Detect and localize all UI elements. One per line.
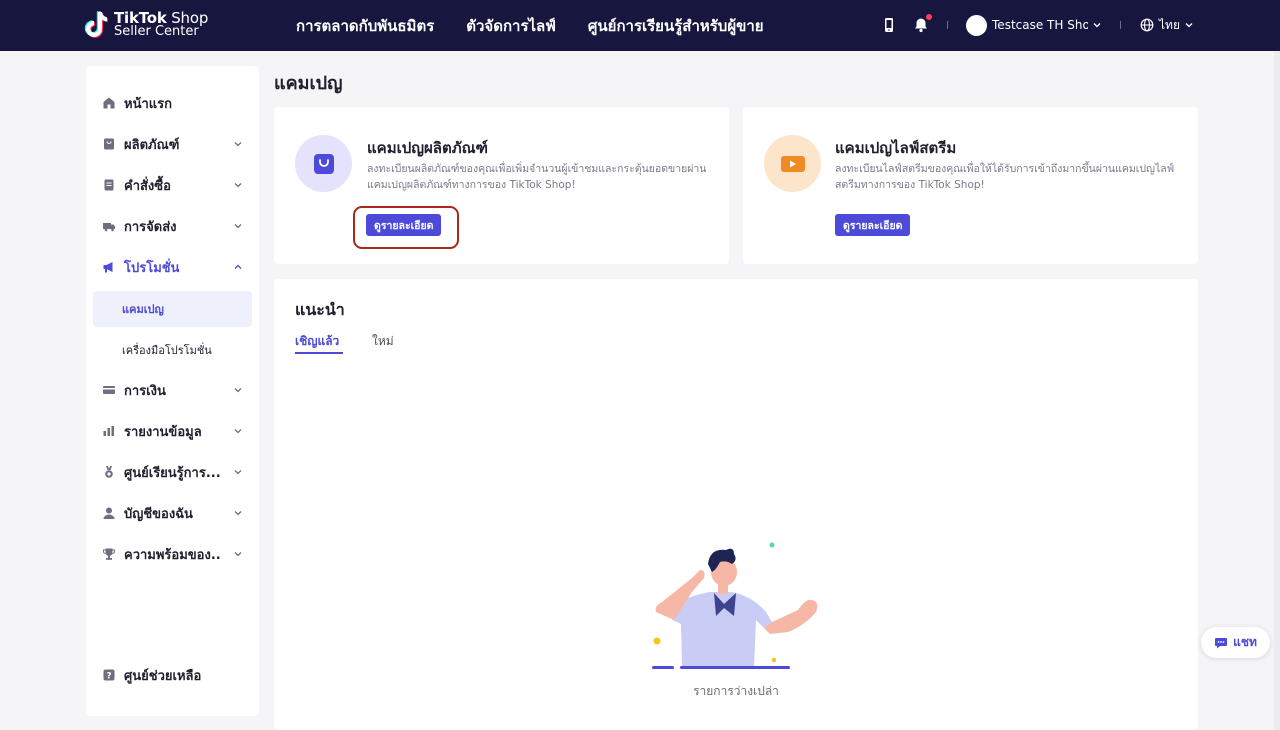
sidebar-item-label: ศูนย์เรียนรู้การ... [124, 465, 220, 481]
trophy-icon [102, 547, 116, 561]
sidebar-item-label: หน้าแรก [124, 96, 172, 112]
card-title: แคมเปญผลิตภัณฑ์ [367, 139, 488, 157]
nav-affiliate-marketing[interactable]: การตลาดกับพันธมิตร [296, 14, 434, 38]
chevron-up-icon [233, 262, 243, 272]
card-description: ลงทะเบียนไลฟ์สตรีมของคุณเพื่อให้ได้รับกา… [835, 161, 1174, 193]
sidebar: หน้าแรก ผลิตภัณฑ์ คำสั่งซื้อ การจัดส่ง โ… [86, 66, 259, 716]
tab-invited[interactable]: เชิญแล้ว [295, 332, 339, 351]
active-tab-indicator [295, 352, 343, 354]
home-icon [102, 96, 116, 110]
sidebar-item-data-reports[interactable]: รายงานข้อมูล [86, 416, 259, 446]
page-title: แคมเปญ [274, 73, 343, 94]
top-bar: TikTok Shop Seller Center การตลาดกับพันธ… [0, 0, 1280, 51]
card-description: ลงทะเบียนผลิตภัณฑ์ของคุณเพื่อเพิ่มจำนวนผ… [367, 161, 706, 193]
chevron-down-icon[interactable] [1184, 20, 1194, 30]
card-description-line: ลงทะเบียนผลิตภัณฑ์ของคุณเพื่อเพิ่มจำนวนผ… [367, 163, 707, 175]
globe-icon[interactable] [1139, 17, 1155, 33]
card-description-line: แคมเปญผลิตภัณฑ์ทางการของ TikTok Shop! [367, 179, 576, 191]
tiktok-shop-logo[interactable]: TikTok Shop Seller Center [84, 10, 208, 40]
shopping-bag-icon [295, 135, 352, 192]
tab-new[interactable]: ใหม่ [372, 332, 394, 351]
chevron-down-icon[interactable] [1092, 20, 1102, 30]
video-icon [764, 135, 821, 192]
sidebar-item-orders[interactable]: คำสั่งซื้อ [86, 170, 259, 200]
chevron-down-icon [233, 508, 243, 518]
chevron-down-icon [233, 549, 243, 559]
sidebar-item-my-account[interactable]: บัญชีของฉัน [86, 498, 259, 528]
card-description-line: สตรีมทางการของ TikTok Shop! [835, 179, 985, 191]
sidebar-item-readiness[interactable]: ความพร้อมของ... [86, 539, 259, 569]
sidebar-item-home[interactable]: หน้าแรก [86, 88, 259, 118]
product-icon [102, 137, 116, 151]
product-campaign-card: แคมเปญผลิตภัณฑ์ ลงทะเบียนผลิตภัณฑ์ของคุณ… [274, 107, 729, 264]
notification-bell-icon[interactable] [913, 14, 933, 33]
chat-label: แชท [1233, 635, 1257, 649]
highlight-annotation [353, 206, 459, 249]
help-icon: ? [102, 668, 116, 682]
scrollbar[interactable] [1274, 51, 1280, 730]
empty-state-text: รายการว่างเปล่า [693, 684, 779, 698]
tiktok-logo-icon [84, 10, 108, 40]
logo-subtitle: Seller Center [114, 24, 199, 39]
divider [1120, 21, 1122, 29]
order-icon [102, 178, 116, 192]
card-title: แคมเปญไลฟ์สตรีม [835, 139, 957, 157]
chevron-down-icon [233, 426, 243, 436]
card-icon [102, 383, 116, 397]
sidebar-item-label: การจัดส่ง [124, 219, 177, 235]
sidebar-item-label: ผลิตภัณฑ์ [124, 137, 180, 153]
chevron-down-icon [233, 385, 243, 395]
chevron-down-icon [233, 467, 243, 477]
sidebar-item-help-center[interactable]: ? ศูนย์ช่วยเหลือ [86, 660, 259, 690]
svg-text:?: ? [106, 672, 111, 682]
sidebar-item-label: รายงานข้อมูล [124, 424, 202, 440]
sidebar-subitem-promotion-tools[interactable]: เครื่องมือโปรโมชั่น [93, 332, 252, 368]
card-description-line: ลงทะเบียนไลฟ์สตรีมของคุณเพื่อให้ได้รับกา… [835, 163, 1175, 175]
chevron-down-icon [233, 221, 243, 231]
sidebar-item-label: การเงิน [124, 383, 166, 399]
shop-name[interactable]: Testcase TH Shop W [992, 18, 1088, 32]
chart-icon [102, 424, 116, 438]
truck-icon [102, 219, 116, 233]
sidebar-item-label: ศูนย์ช่วยเหลือ [124, 668, 202, 684]
chat-button[interactable]: แชท [1201, 627, 1270, 658]
top-navigation: การตลาดกับพันธมิตร ตัวจัดการไลฟ์ ศูนย์กา… [296, 14, 764, 38]
chat-icon [1215, 637, 1228, 648]
sidebar-item-label: โปรโมชั่น [124, 260, 180, 276]
nav-seller-university[interactable]: ศูนย์การเรียนรู้สำหรับผู้ขาย [588, 14, 764, 38]
nav-live-manager[interactable]: ตัวจัดการไลฟ์ [466, 14, 556, 38]
sidebar-item-label: ความพร้อมของ... [124, 547, 220, 563]
sidebar-item-shipping[interactable]: การจัดส่ง [86, 211, 259, 241]
section-title: แนะนำ [295, 300, 345, 319]
sidebar-item-finance[interactable]: การเงิน [86, 375, 259, 405]
top-right-tools: Testcase TH Shop W ไทย [881, 13, 1194, 37]
sidebar-item-promotions[interactable]: โปรโมชั่น [86, 252, 259, 282]
sidebar-subitem-campaign[interactable]: แคมเปญ [93, 291, 252, 327]
notification-dot [926, 14, 933, 20]
chevron-down-icon [233, 139, 243, 149]
sidebar-item-learning-center[interactable]: ศูนย์เรียนรู้การ... [86, 457, 259, 487]
chevron-down-icon [233, 180, 243, 190]
sidebar-item-label: บัญชีของฉัน [124, 506, 193, 522]
livestream-campaign-card: แคมเปญไลฟ์สตรีม ลงทะเบียนไลฟ์สตรีมของคุณ… [743, 107, 1198, 264]
user-icon [102, 506, 116, 520]
avatar[interactable] [966, 14, 988, 36]
sidebar-item-label: คำสั่งซื้อ [124, 178, 171, 194]
language-selector[interactable]: ไทย [1159, 16, 1180, 35]
divider [947, 21, 949, 29]
mobile-icon[interactable] [881, 17, 897, 33]
sidebar-item-products[interactable]: ผลิตภัณฑ์ [86, 129, 259, 159]
megaphone-icon [102, 260, 116, 274]
empty-state-illustration [652, 542, 818, 669]
view-details-button[interactable]: ดูรายละเอียด [835, 214, 911, 236]
medal-icon [102, 465, 116, 479]
